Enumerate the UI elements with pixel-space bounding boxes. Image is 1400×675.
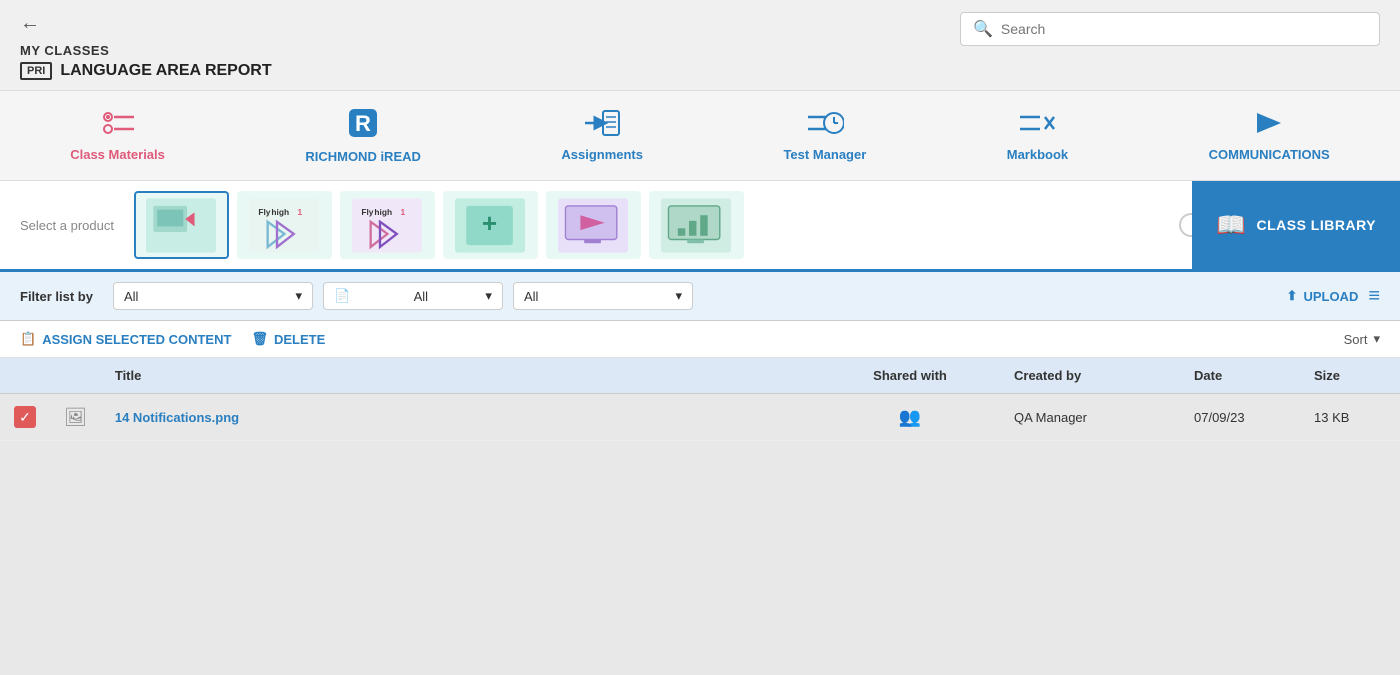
table-body: ✓ 🖼 14 Notifications.png 👥 QA Manager 07… bbox=[0, 394, 1400, 441]
svg-text:R: R bbox=[355, 111, 371, 136]
col-date: Date bbox=[1180, 358, 1300, 394]
assign-label: ASSIGN SELECTED CONTENT bbox=[42, 332, 231, 347]
row-created-by-cell: QA Manager bbox=[1000, 394, 1180, 441]
col-size: Size bbox=[1300, 358, 1400, 394]
row-file-icon-cell: 🖼 bbox=[50, 394, 101, 441]
course-label: PRI LANGUAGE AREA REPORT bbox=[20, 62, 272, 80]
sort-label: Sort bbox=[1344, 332, 1368, 347]
nav-item-markbook[interactable]: Markbook bbox=[987, 103, 1088, 168]
markbook-icon bbox=[1018, 109, 1056, 141]
course-title: LANGUAGE AREA REPORT bbox=[60, 62, 271, 80]
product-bar: Select a product Fly high 1 bbox=[0, 181, 1400, 272]
product-item-5[interactable] bbox=[546, 191, 641, 259]
table-header: Title Shared with Created by Date Size bbox=[0, 358, 1400, 394]
search-box[interactable]: 🔍 bbox=[960, 12, 1380, 46]
products-list: Fly high 1 Fly high 1 + bbox=[134, 191, 1179, 259]
list-view-button[interactable]: ≡ bbox=[1368, 285, 1380, 308]
nav-label-markbook: Markbook bbox=[1007, 147, 1068, 162]
filter-select-3-value: All bbox=[524, 289, 538, 304]
pri-badge: PRI bbox=[20, 62, 52, 80]
row-checkbox-cell[interactable]: ✓ bbox=[0, 394, 50, 441]
filter-select-2-value: All bbox=[414, 289, 428, 304]
nav-label-richmond-iread: RICHMOND iREAD bbox=[305, 149, 421, 164]
sort-chevron-icon: ▾ bbox=[1373, 331, 1380, 347]
richmond-iread-icon: R bbox=[347, 107, 379, 143]
sort-dropdown[interactable]: Sort ▾ bbox=[1344, 331, 1380, 347]
svg-text:Fly: Fly bbox=[362, 207, 374, 217]
nav-label-communications: COMMUNICATIONS bbox=[1209, 147, 1330, 162]
row-size-cell: 13 KB bbox=[1300, 394, 1400, 441]
svg-text:1: 1 bbox=[401, 207, 406, 217]
product-item-6[interactable] bbox=[649, 191, 744, 259]
row-title-cell[interactable]: 14 Notifications.png bbox=[101, 394, 820, 441]
nav-item-test-manager[interactable]: Test Manager bbox=[763, 103, 886, 168]
svg-text:+: + bbox=[482, 208, 497, 238]
select-product-label: Select a product bbox=[20, 218, 114, 233]
product-item-3[interactable]: Fly high 1 bbox=[340, 191, 435, 259]
product-item-1[interactable] bbox=[134, 191, 229, 259]
file-type-icon: 🖼 bbox=[64, 407, 87, 427]
delete-label: DELETE bbox=[274, 332, 325, 347]
nav-item-class-materials[interactable]: Class Materials bbox=[50, 103, 185, 168]
nav-label-assignments: Assignments bbox=[561, 147, 643, 162]
nav-item-communications[interactable]: COMMUNICATIONS bbox=[1189, 103, 1350, 168]
class-materials-icon bbox=[100, 109, 136, 141]
filter-select-1[interactable]: All ▾ bbox=[113, 282, 313, 310]
class-library-icon: 📖 bbox=[1216, 211, 1246, 240]
actions-bar: 📋 ASSIGN SELECTED CONTENT 🗑 DELETE Sort … bbox=[0, 321, 1400, 358]
col-checkbox bbox=[0, 358, 50, 394]
class-library-button[interactable]: 📖 CLASS LIBRARY bbox=[1192, 181, 1400, 269]
filter-bar: Filter list by All ▾ 📄 All ▾ All ▾ ⬆ UPL… bbox=[0, 272, 1400, 321]
test-manager-icon bbox=[806, 109, 844, 141]
col-filetype bbox=[50, 358, 101, 394]
trash-icon: 🗑 bbox=[251, 331, 268, 347]
filter-select-3[interactable]: All ▾ bbox=[513, 282, 693, 310]
nav-item-assignments[interactable]: Assignments bbox=[541, 103, 663, 168]
chevron-down-icon-1: ▾ bbox=[295, 288, 302, 304]
svg-text:1: 1 bbox=[298, 207, 303, 217]
search-input[interactable] bbox=[1001, 21, 1367, 37]
class-library-label: CLASS LIBRARY bbox=[1256, 217, 1376, 233]
nav-bar: Class Materials R RICHMOND iREAD bbox=[0, 91, 1400, 181]
upload-label: UPLOAD bbox=[1303, 289, 1358, 304]
row-shared-cell: 👥 bbox=[820, 394, 1000, 441]
product-item-2[interactable]: Fly high 1 bbox=[237, 191, 332, 259]
upload-button[interactable]: ⬆ UPLOAD bbox=[1287, 288, 1359, 304]
document-icon: 📄 bbox=[334, 288, 350, 304]
col-created-by: Created by bbox=[1000, 358, 1180, 394]
assign-selected-content-button[interactable]: 📋 ASSIGN SELECTED CONTENT bbox=[20, 331, 231, 347]
filter-select-2[interactable]: 📄 All ▾ bbox=[323, 282, 503, 310]
svg-text:high: high bbox=[375, 207, 393, 217]
assignments-icon bbox=[583, 109, 621, 141]
chevron-down-icon-2: ▾ bbox=[485, 288, 492, 304]
header: ← MY CLASSES PRI LANGUAGE AREA REPORT 🔍 bbox=[0, 0, 1400, 91]
row-date-cell: 07/09/23 bbox=[1180, 394, 1300, 441]
col-title: Title bbox=[101, 358, 820, 394]
svg-text:Fly: Fly bbox=[259, 207, 271, 217]
col-shared: Shared with bbox=[820, 358, 1000, 394]
my-classes-label: MY CLASSES bbox=[20, 43, 272, 58]
upload-icon: ⬆ bbox=[1287, 288, 1298, 304]
checkbox-checked[interactable]: ✓ bbox=[14, 406, 36, 428]
list-view-icon: ≡ bbox=[1368, 285, 1380, 307]
delete-button[interactable]: 🗑 DELETE bbox=[251, 331, 325, 347]
search-icon: 🔍 bbox=[973, 19, 993, 39]
filter-select-1-value: All bbox=[124, 289, 138, 304]
assign-icon: 📋 bbox=[20, 331, 36, 347]
nav-label-test-manager: Test Manager bbox=[783, 147, 866, 162]
filter-label: Filter list by bbox=[20, 289, 93, 304]
shared-users-icon: 👥 bbox=[899, 407, 921, 427]
table-row: ✓ 🖼 14 Notifications.png 👥 QA Manager 07… bbox=[0, 394, 1400, 441]
header-left: ← MY CLASSES PRI LANGUAGE AREA REPORT bbox=[20, 12, 272, 80]
back-button[interactable]: ← bbox=[20, 12, 272, 35]
nav-item-richmond-iread[interactable]: R RICHMOND iREAD bbox=[285, 101, 441, 170]
content-table-container: Title Shared with Created by Date Size ✓… bbox=[0, 358, 1400, 441]
content-table: Title Shared with Created by Date Size ✓… bbox=[0, 358, 1400, 441]
chevron-down-icon-3: ▾ bbox=[675, 288, 682, 304]
product-item-4[interactable]: + bbox=[443, 191, 538, 259]
file-link[interactable]: 14 Notifications.png bbox=[115, 410, 239, 425]
nav-label-class-materials: Class Materials bbox=[70, 147, 165, 162]
svg-text:high: high bbox=[272, 207, 290, 217]
communications-icon bbox=[1253, 109, 1285, 141]
